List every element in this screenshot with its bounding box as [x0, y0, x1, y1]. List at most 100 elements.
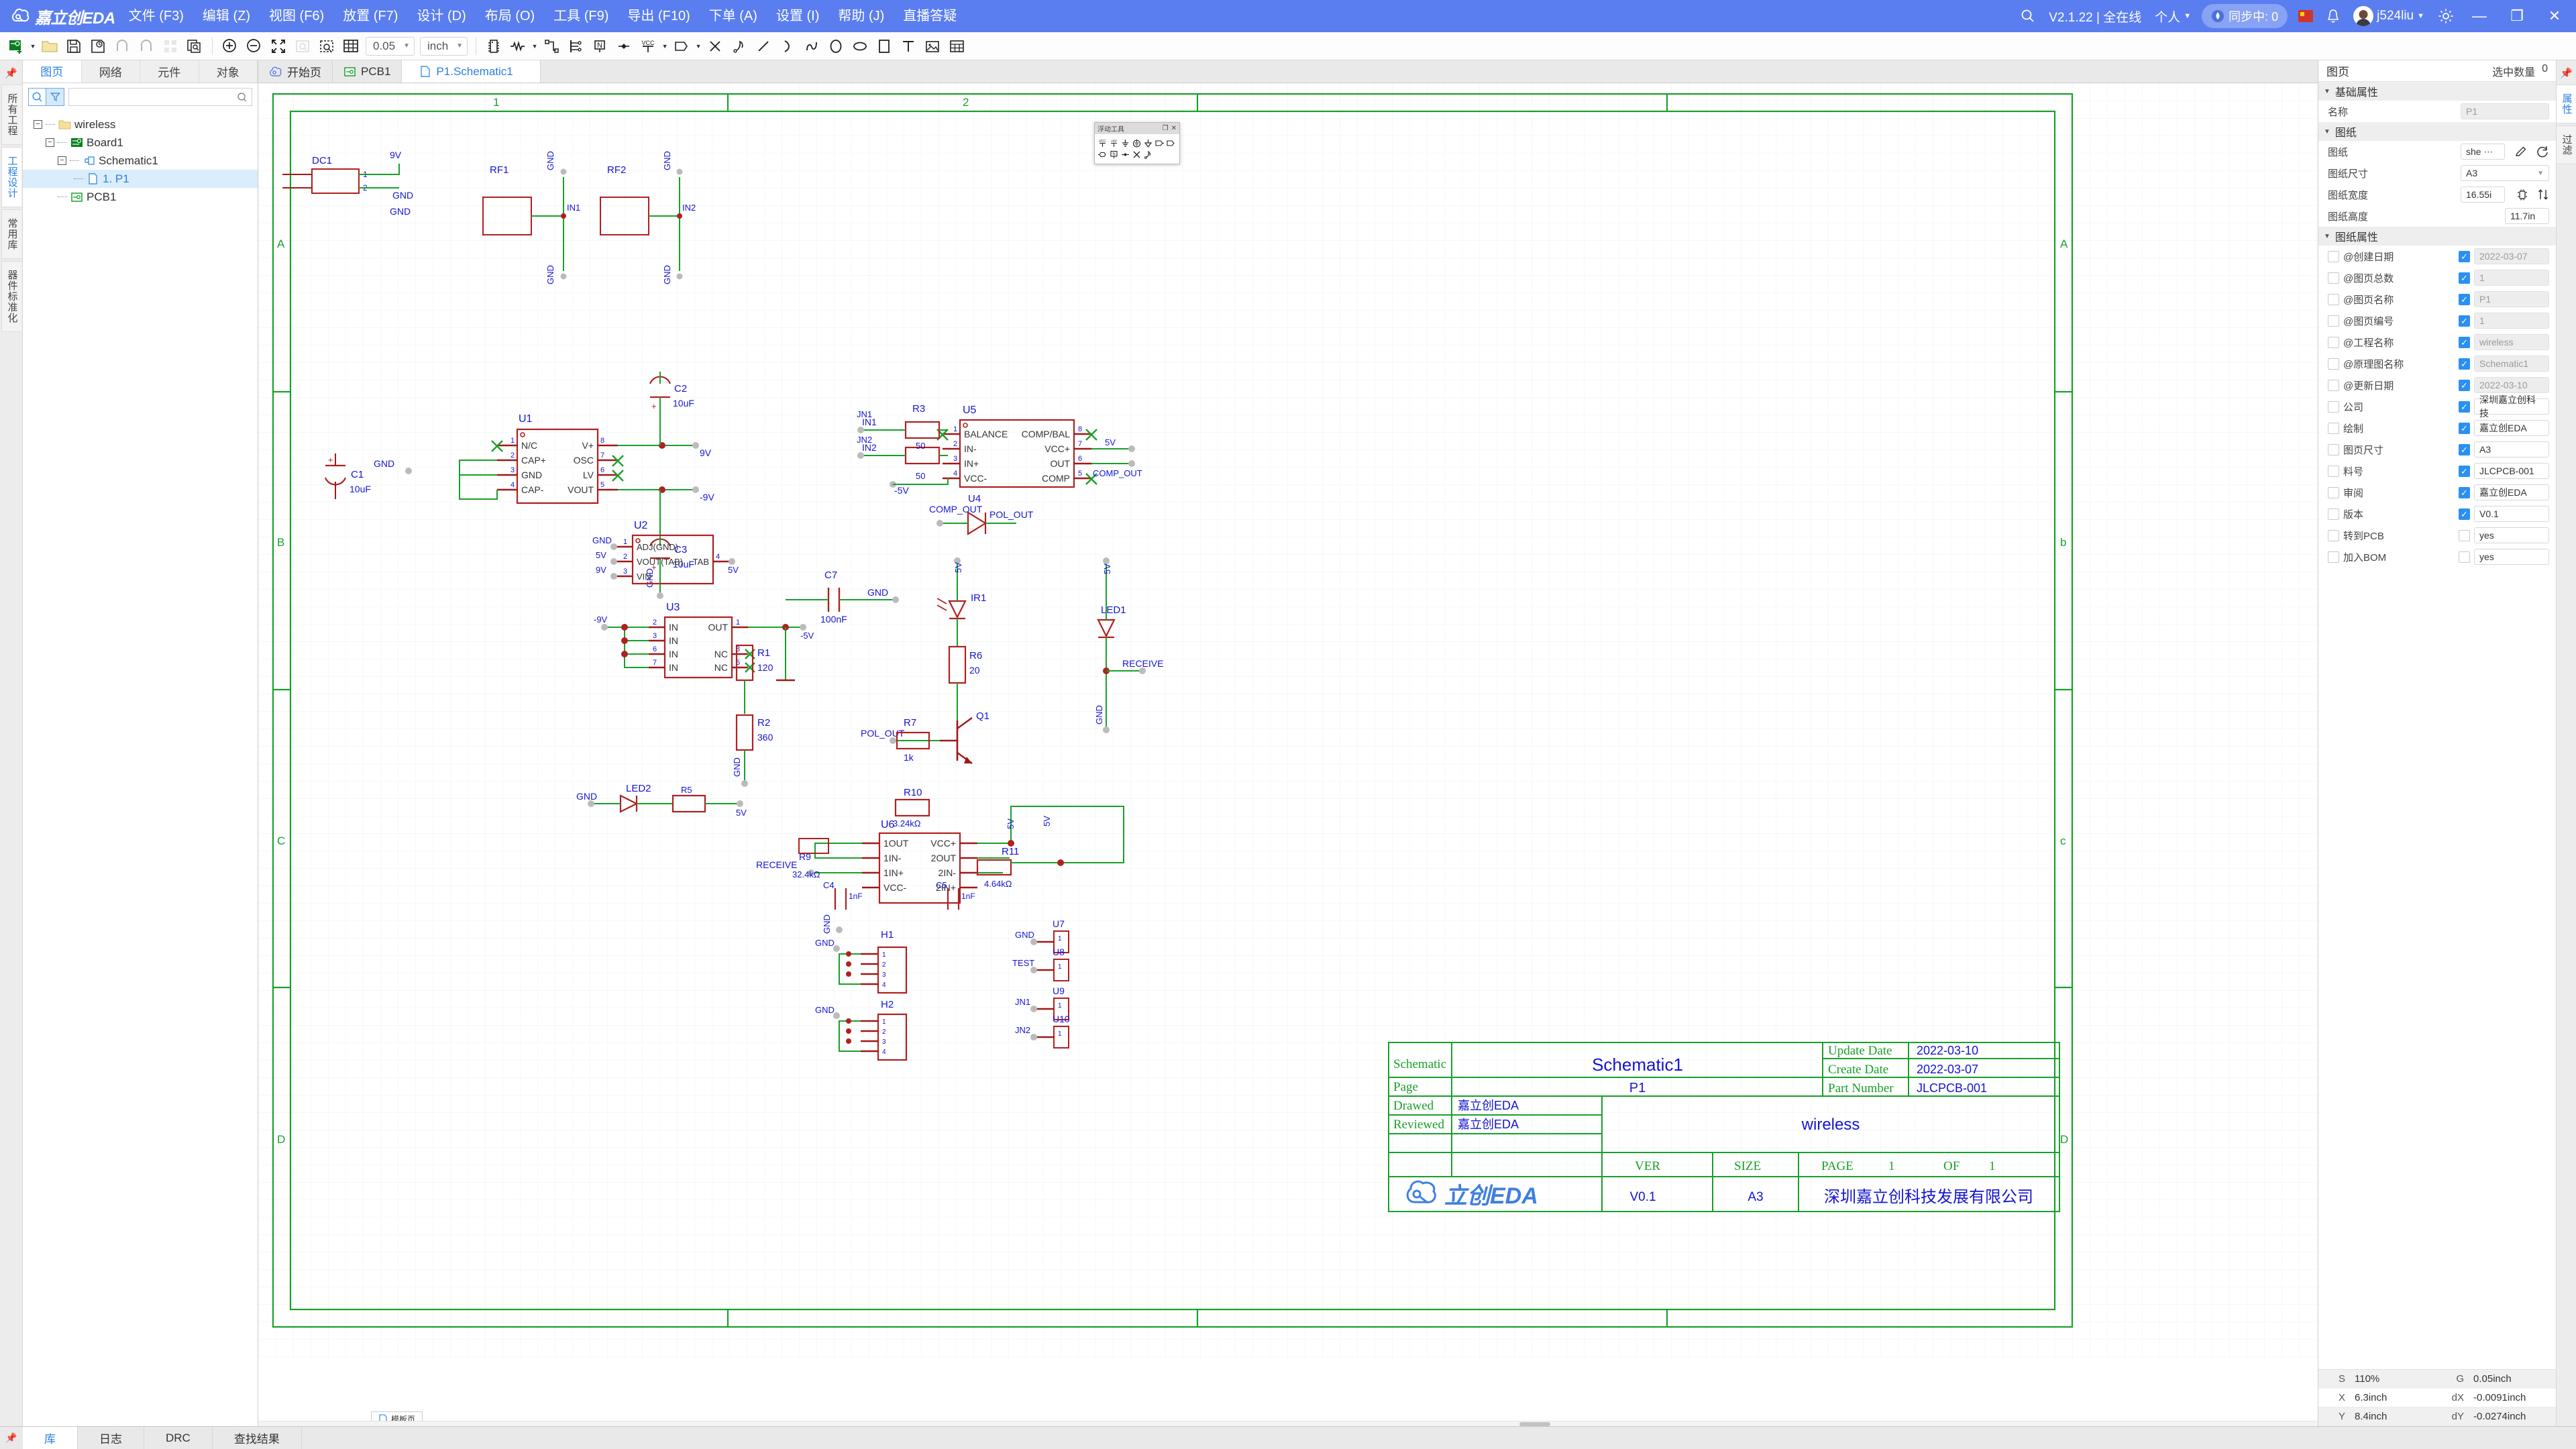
prop-visible-checkbox[interactable]: ✓ [2459, 422, 2470, 434]
prop-visible-checkbox[interactable]: ✓ [2459, 465, 2470, 477]
place-resistor-button[interactable] [506, 35, 530, 58]
notifications-button[interactable] [2320, 0, 2347, 32]
prop-select-checkbox[interactable] [2328, 315, 2339, 327]
prop-value-field[interactable]: yes [2474, 549, 2549, 565]
restore-button[interactable]: ❐ [2498, 0, 2536, 32]
fp-arrow-ground-button[interactable] [1142, 138, 1154, 149]
prop-value-field[interactable]: 嘉立创EDA [2474, 420, 2549, 436]
place-vcc-button[interactable]: VCC [636, 35, 660, 58]
menu-settings[interactable]: 设置 (I) [767, 0, 828, 32]
tab-pages[interactable]: 图页 [23, 60, 82, 83]
chevron-down-icon[interactable]: ▼ [694, 35, 703, 58]
menu-export[interactable]: 导出 (F10) [618, 0, 699, 32]
prop-visible-checkbox[interactable]: ✓ [2459, 315, 2470, 327]
search-input[interactable] [68, 88, 252, 106]
group-basic-properties[interactable]: ▼ 基础属性 [2318, 82, 2556, 101]
prop-value-field[interactable]: V0.1 [2474, 506, 2549, 522]
tree-item-schematic1[interactable]: − Schematic1 [23, 152, 258, 170]
prop-visible-checkbox[interactable] [2459, 551, 2470, 563]
menu-edit[interactable]: 编辑 (Z) [193, 0, 260, 32]
prop-value-field[interactable]: JLCPCB-001 [2474, 463, 2549, 479]
redo-button[interactable] [134, 35, 158, 58]
save-as-button[interactable] [86, 35, 110, 58]
group-sheet-properties[interactable]: ▼ 图纸属性 [2318, 227, 2556, 246]
prop-select-checkbox[interactable] [2328, 529, 2339, 541]
place-pin-button[interactable] [727, 35, 751, 58]
prop-visible-checkbox[interactable]: ✓ [2459, 443, 2470, 455]
menu-file[interactable]: 文件 (F3) [119, 0, 193, 32]
collapse-icon[interactable]: − [34, 120, 42, 129]
prop-visible-checkbox[interactable]: ✓ [2459, 508, 2470, 520]
prop-select-checkbox[interactable] [2328, 486, 2339, 498]
prop-value-field[interactable]: yes [2474, 527, 2549, 543]
lock-aspect-icon[interactable] [2516, 188, 2529, 201]
schematic-canvas[interactable]: AB CD Ab cD 12 DC1 1 2 9V GND GND RF1 IN… [258, 83, 2318, 1426]
sheet-width-field[interactable]: 16.55i [2461, 186, 2505, 203]
rail-tab-filter[interactable]: 过滤 [2556, 125, 2576, 164]
fp-netflag-button[interactable] [1097, 149, 1108, 160]
prop-select-checkbox[interactable] [2328, 551, 2339, 563]
fp-netport-left-button[interactable] [1165, 138, 1177, 149]
prop-value-field[interactable]: 嘉立创EDA [2474, 484, 2549, 500]
fp-vcc-button[interactable]: VCC [1097, 138, 1108, 149]
horizontal-scrollbar[interactable] [258, 1421, 2318, 1426]
bottom-tab-library[interactable]: 库 [23, 1427, 78, 1449]
chevron-down-icon[interactable]: ▼ [530, 35, 539, 58]
prop-select-checkbox[interactable] [2328, 272, 2339, 284]
tab-objects[interactable]: 对象 [199, 60, 258, 83]
prop-select-checkbox[interactable] [2328, 250, 2339, 262]
rail-tab-common-library[interactable]: 常用库 [1, 209, 21, 259]
place-text-button[interactable] [896, 35, 920, 58]
save-button[interactable] [62, 35, 86, 58]
prop-select-checkbox[interactable] [2328, 508, 2339, 520]
rail-tab-all-projects[interactable]: 所有工程 [1, 85, 21, 145]
settings-button[interactable] [2431, 0, 2461, 32]
right-panel-scroll[interactable]: ▼ 基础属性 名称 P1 ▼ 图纸 图纸 she ⋯ 图纸尺寸 A3 ▼ 图纸宽… [2318, 82, 2556, 1369]
prop-value-field[interactable]: 深圳嘉立创科技 [2474, 394, 2549, 419]
prop-visible-checkbox[interactable]: ✓ [2459, 272, 2470, 284]
close-button[interactable]: ✕ [2536, 0, 2573, 32]
place-table-button[interactable] [945, 35, 969, 58]
new-document-button[interactable] [4, 35, 28, 58]
floating-tool-panel[interactable]: 浮动工具 ❐ ✕ VCC +5V N [1094, 122, 1180, 164]
fp-plus5v-button[interactable]: +5V [1108, 138, 1120, 149]
prop-select-checkbox[interactable] [2328, 400, 2339, 413]
prop-value-field[interactable]: Schematic1 [2474, 356, 2549, 372]
tree-item-p1[interactable]: 1. P1 [23, 170, 258, 188]
fp-junction-button[interactable] [1120, 149, 1131, 160]
menu-design[interactable]: 设计 (D) [407, 0, 475, 32]
collapse-icon[interactable]: − [58, 156, 66, 165]
menu-order[interactable]: 下单 (A) [700, 0, 767, 32]
pin-icon[interactable]: 📌 [0, 1427, 23, 1449]
unit-select[interactable]: inch ▼ [420, 36, 468, 56]
menu-live-qa[interactable]: 直播答疑 [894, 0, 966, 32]
undo-button[interactable] [110, 35, 134, 58]
doc-tab-p1-schematic1[interactable]: P1.Schematic1 [402, 60, 541, 83]
prop-select-checkbox[interactable] [2328, 422, 2339, 434]
prop-value-field[interactable]: A3 [2474, 441, 2549, 458]
prop-select-checkbox[interactable] [2328, 293, 2339, 305]
fp-earth-ground-button[interactable] [1131, 138, 1142, 149]
doc-tab-pcb1[interactable]: PCB1 [333, 60, 402, 83]
collapse-icon[interactable]: − [46, 138, 54, 147]
pin-icon[interactable]: 📌 [5, 67, 17, 79]
place-rect-button[interactable] [872, 35, 896, 58]
prop-select-checkbox[interactable] [2328, 336, 2339, 348]
schematic-drawing[interactable]: AB CD Ab cD 12 DC1 1 2 9V GND GND RF1 IN… [258, 83, 2318, 1358]
menu-tools[interactable]: 工具 (F9) [544, 0, 618, 32]
minimize-button[interactable]: — [2461, 0, 2498, 32]
refresh-icon[interactable] [2536, 145, 2549, 158]
rail-tab-project-design[interactable]: 工程设计 [1, 147, 21, 207]
menu-place[interactable]: 放置 (F7) [333, 0, 407, 32]
prop-visible-checkbox[interactable]: ✓ [2459, 400, 2470, 413]
copy-preview-button[interactable] [182, 35, 207, 58]
floating-panel-header[interactable]: 浮动工具 ❐ ✕ [1095, 123, 1179, 134]
fp-netlabel-button[interactable]: N [1108, 149, 1120, 160]
menu-view[interactable]: 视图 (F6) [260, 0, 333, 32]
prop-value-field[interactable]: 1 [2474, 270, 2549, 286]
fit-screen-button[interactable] [266, 35, 290, 58]
prop-visible-checkbox[interactable]: ✓ [2459, 379, 2470, 391]
doc-tab-start-page[interactable]: 开始页 [258, 60, 333, 83]
fp-gnd-button[interactable] [1120, 138, 1131, 149]
search-toggle-button[interactable] [28, 88, 46, 106]
